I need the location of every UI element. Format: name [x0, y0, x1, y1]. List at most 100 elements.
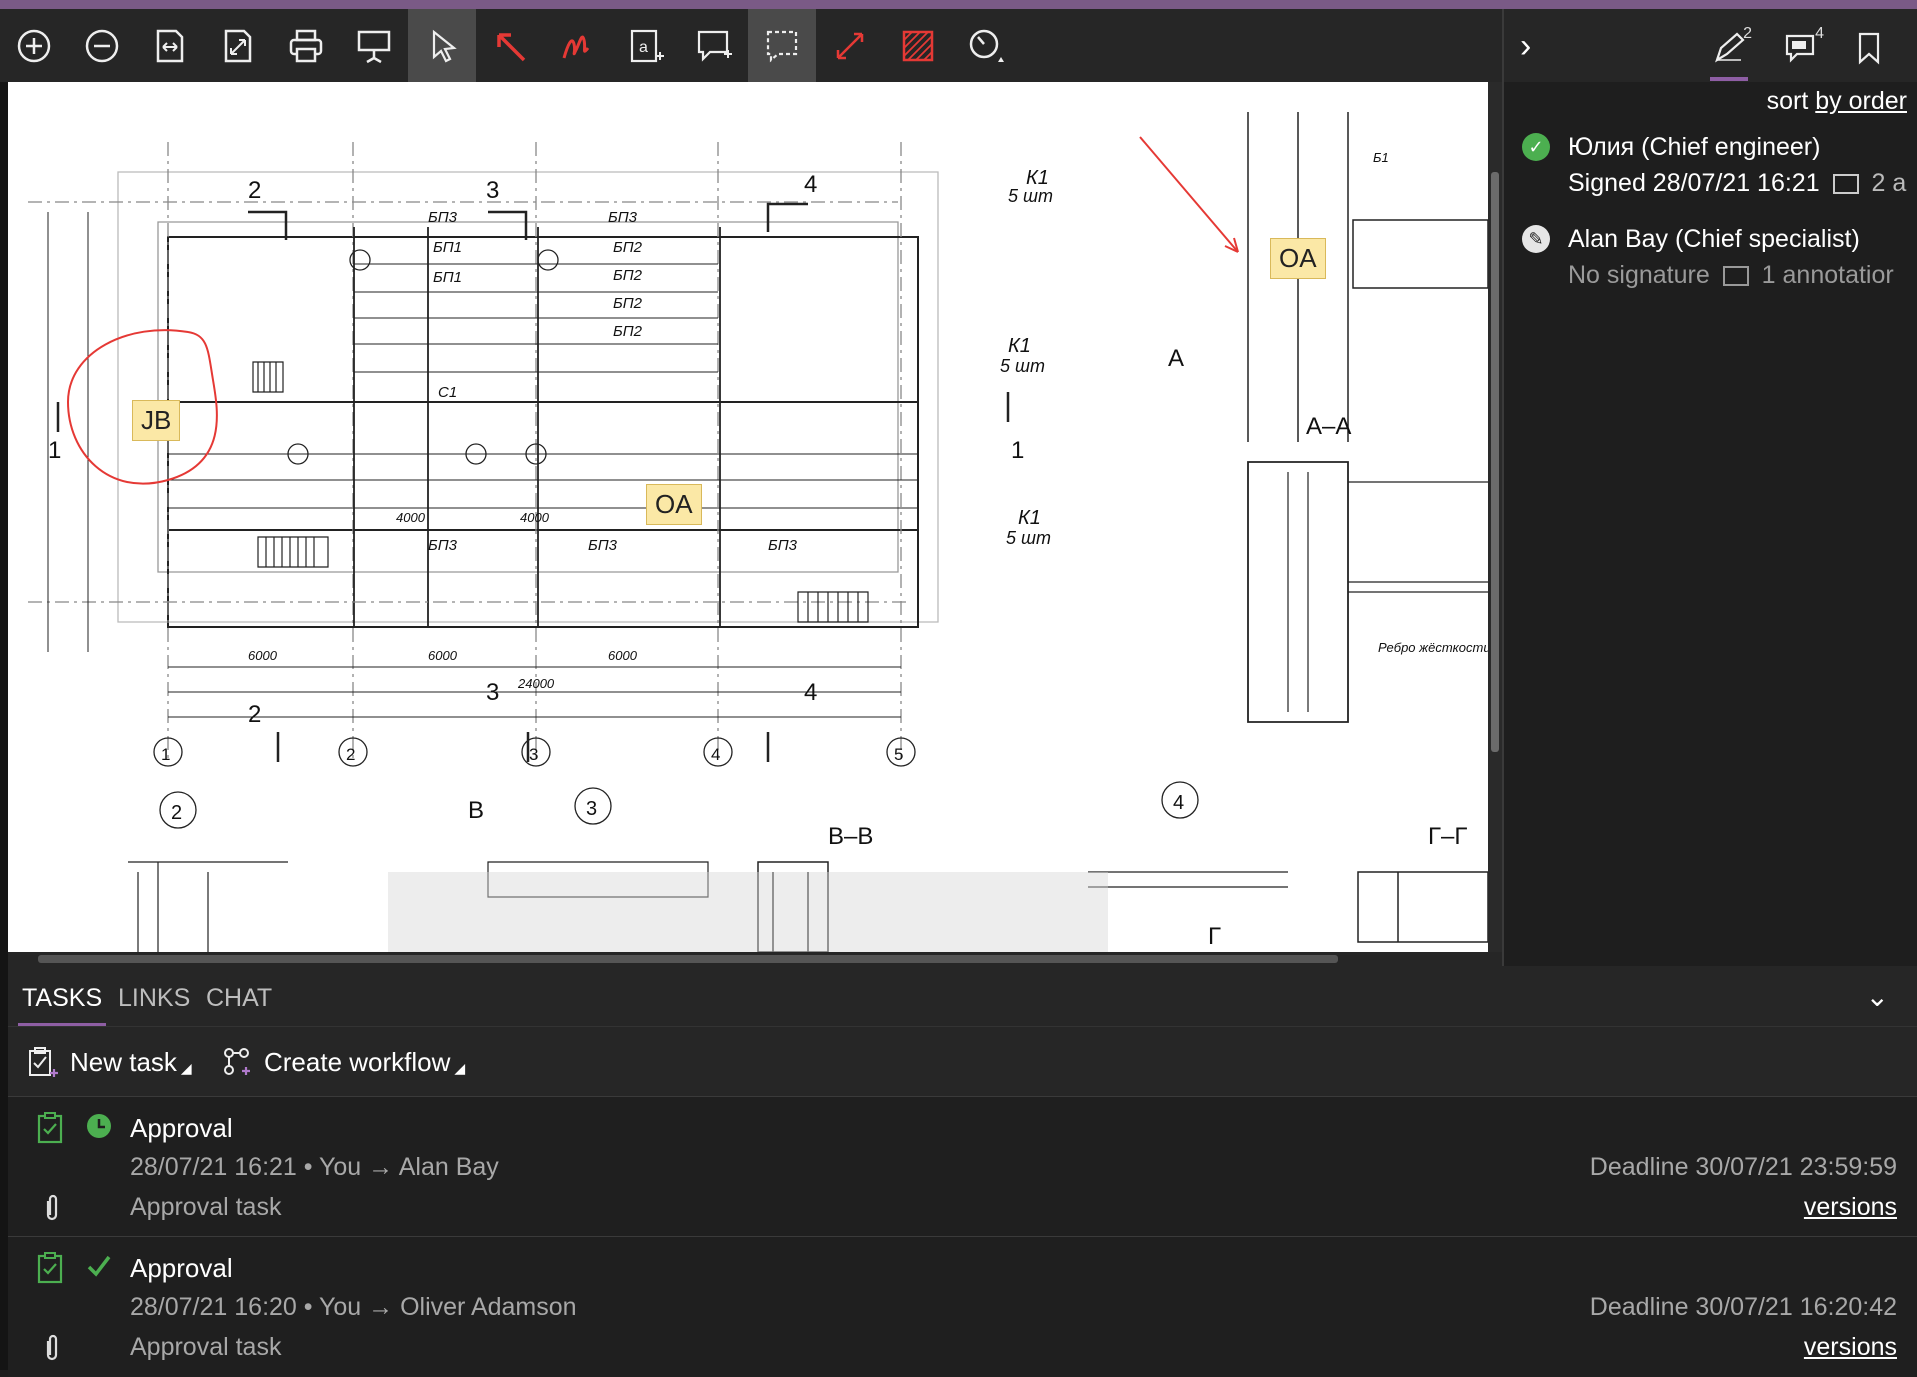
tab-links[interactable]: LINKS	[118, 984, 190, 1013]
section-label-g: Г	[1208, 923, 1221, 950]
label-bp3-2: БП3	[608, 209, 638, 226]
signer-name: Alan Bay (Chief specialist)	[1568, 225, 1860, 253]
viewer-vertical-scrollbar[interactable]	[1488, 82, 1502, 952]
select-tool-button[interactable]	[408, 9, 476, 82]
signer-entry[interactable]: ✎ Alan Bay (Chief specialist) No signatu…	[1522, 221, 1894, 293]
text-box-icon: a	[630, 29, 664, 62]
task-item[interactable]: Approval 28/07/21 16:21 • You → Alan Bay…	[8, 1096, 1917, 1237]
document-viewer[interactable]: 2 3 4 2 3 4 1 1 К1 5 шт К1 5 шт К1 5 шт …	[8, 82, 1488, 952]
section-label-gg: Г–Г	[1428, 823, 1467, 850]
signature-count: 2	[1743, 25, 1752, 42]
comment-icon	[697, 30, 732, 62]
section-label-3: 3	[486, 177, 499, 204]
dim-24000: 24000	[517, 676, 555, 691]
detail-bubble-2: 2	[171, 802, 182, 824]
paperclip-icon[interactable]	[42, 1193, 62, 1223]
signer-entry[interactable]: ✓ Юлия (Chief engineer) Signed 28/07/21 …	[1522, 129, 1906, 201]
detail-bubble-4: 4	[1173, 792, 1184, 814]
signer-status: Signed 28/07/21 16:21	[1568, 169, 1820, 197]
fit-width-button[interactable]	[136, 9, 204, 82]
zoom-out-button[interactable]	[68, 9, 136, 82]
tab-tasks[interactable]: TASKS	[17, 984, 107, 1027]
signer-annotation-count[interactable]: 1 annotatior	[1762, 261, 1894, 289]
sort-control: sort by order	[1767, 87, 1907, 116]
scrollbar-thumb[interactable]	[38, 955, 1338, 963]
annotation-icon	[1785, 34, 1815, 63]
chevron-right-icon[interactable]: ›	[1520, 27, 1531, 66]
stamp-oa-plan[interactable]: OA	[646, 484, 702, 525]
task-title: Approval	[130, 1113, 233, 1143]
zoom-out-icon	[85, 29, 119, 62]
tab-annotations[interactable]: 4	[1776, 23, 1826, 73]
create-workflow-label: Create workflow	[264, 1046, 451, 1077]
axis-bubble-5: 5	[894, 745, 903, 764]
sort-by-order-link[interactable]: by order	[1815, 87, 1907, 115]
signer-status: No signature	[1568, 261, 1710, 289]
bottom-panel: TASKS LINKS CHAT ⌄ New task ◢ Create wor…	[8, 966, 1917, 1377]
stamp-jb[interactable]: JB	[132, 400, 181, 441]
svg-text:a: a	[639, 39, 648, 56]
tab-chat[interactable]: CHAT	[206, 984, 272, 1013]
measure-tool-button[interactable]	[816, 9, 884, 82]
left-edge	[0, 82, 8, 1370]
drawing-canvas[interactable]: 2 3 4 2 3 4 1 1 К1 5 шт К1 5 шт К1 5 шт …	[8, 82, 1488, 952]
dropdown-triangle-icon: ◢	[180, 1059, 192, 1076]
create-workflow-button[interactable]: Create workflow ◢	[220, 1045, 465, 1079]
bottom-tabs: TASKS LINKS CHAT ⌄	[8, 966, 1917, 1027]
label-k1-c-count: 5 шт	[1006, 528, 1051, 548]
area-select-button[interactable]	[748, 9, 816, 82]
freehand-tool-button[interactable]	[544, 9, 612, 82]
scrollbar-thumb[interactable]	[1491, 172, 1499, 752]
text-box-tool-button[interactable]: a	[612, 9, 680, 82]
hatch-tool-button[interactable]	[884, 9, 952, 82]
label-c1: С1	[438, 384, 457, 401]
new-task-icon	[29, 1047, 58, 1077]
comment-tool-button[interactable]	[680, 9, 748, 82]
axis-bubble-4: 4	[711, 745, 720, 764]
label-bp3-4: БП3	[588, 537, 618, 554]
task-clipboard-icon	[37, 1252, 63, 1284]
arrow-icon	[497, 32, 526, 61]
label-k1-c: К1	[1018, 507, 1041, 529]
tab-signatures[interactable]: 2	[1704, 23, 1754, 81]
label-bp3-1: БП3	[428, 209, 458, 226]
axis-bubble-2: 2	[346, 745, 355, 764]
axis-bubble-1: 1	[161, 745, 170, 764]
task-title: Approval	[130, 1253, 233, 1283]
task-description: Approval task	[130, 1193, 282, 1221]
more-tools-button[interactable]	[952, 9, 1020, 82]
task-item[interactable]: Approval 28/07/21 16:20 • You → Oliver A…	[8, 1236, 1917, 1377]
printer-icon	[289, 29, 323, 62]
chevron-down-icon[interactable]: ⌄	[1866, 980, 1889, 1013]
check-circle-icon: ✓	[1522, 133, 1550, 161]
versions-link[interactable]: versions	[1804, 1193, 1897, 1222]
label-bp2-3: БП2	[613, 295, 643, 312]
signer-annotation-count[interactable]: 2 a	[1872, 169, 1907, 197]
print-button[interactable]	[272, 9, 340, 82]
task-meta: 28/07/21 16:21 • You → Alan Bay	[130, 1153, 499, 1181]
arrow-tool-button[interactable]	[476, 9, 544, 82]
dim-6000-a: 6000	[248, 648, 278, 663]
task-actions-bar: New task ◢ Create workflow ◢	[8, 1026, 1917, 1097]
viewer-horizontal-scrollbar[interactable]	[8, 952, 1502, 966]
hatch-icon	[902, 30, 934, 61]
tab-bookmarks[interactable]	[1844, 23, 1894, 73]
measure-icon	[836, 32, 864, 59]
signer-name: Юлия (Chief engineer)	[1568, 133, 1821, 161]
new-task-button[interactable]: New task ◢	[26, 1045, 192, 1079]
section-label-2-bottom: 2	[248, 701, 261, 728]
paperclip-icon[interactable]	[42, 1333, 62, 1363]
stamp-oa-detail[interactable]: OA	[1270, 238, 1326, 279]
annotation-small-icon	[1832, 174, 1859, 195]
versions-link[interactable]: versions	[1804, 1333, 1897, 1362]
presentation-button[interactable]	[340, 9, 408, 82]
axis-bubble-3: 3	[529, 745, 538, 764]
label-bp2-1: БП2	[613, 239, 643, 256]
label-bp1-1: БП1	[433, 239, 462, 256]
section-label-2: 2	[248, 177, 261, 204]
fit-page-button[interactable]	[204, 9, 272, 82]
label-bp2-2: БП2	[613, 267, 643, 284]
zoom-in-icon	[17, 29, 51, 62]
task-deadline: Deadline 30/07/21 23:59:59	[1589, 1153, 1897, 1181]
zoom-in-button[interactable]	[0, 9, 68, 82]
